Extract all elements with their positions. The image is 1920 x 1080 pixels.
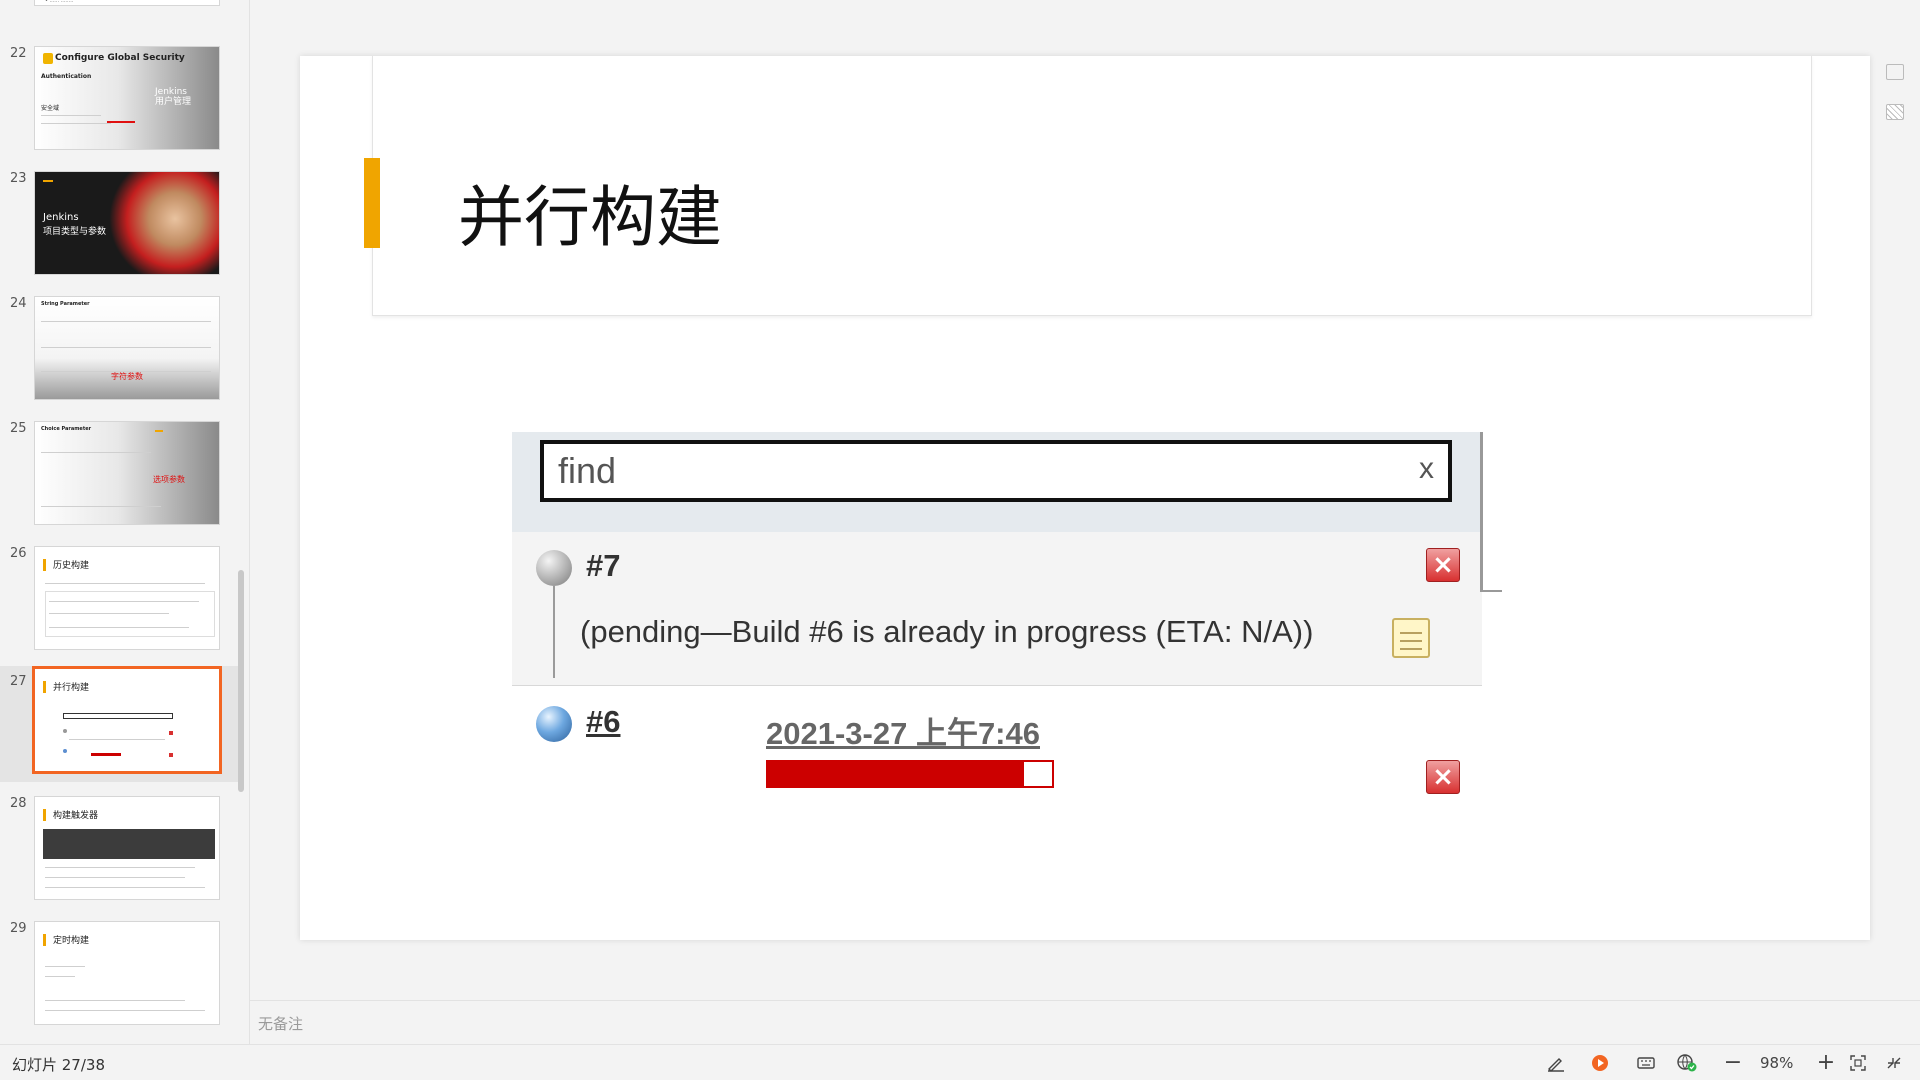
running-build-row: #6 2021-3-27 上午7:46 × — [512, 686, 1482, 816]
status-blue-ball-icon — [536, 706, 572, 742]
thumbnail-title: Choice Parameter — [41, 426, 92, 432]
build-progress-bar — [766, 760, 1054, 788]
notepad-icon[interactable] — [1392, 618, 1430, 658]
notes-pane[interactable]: 无备注 — [250, 1000, 1920, 1044]
clear-search-button[interactable]: x — [1419, 452, 1434, 486]
slide-thumbnail-26[interactable]: 26 历史构建 — [0, 544, 242, 668]
thumbnail-overlay: 选项参数 — [153, 475, 185, 484]
slide-thumbnail-28[interactable]: 28 构建触发器 — [0, 794, 242, 918]
pending-build-number: #7 — [586, 548, 621, 583]
slide-number: 26 — [10, 546, 27, 561]
slide-thumbnail-29[interactable]: 29 定时构建 — [0, 919, 242, 1043]
thumbnail-image: String Parameter 字符参数 — [34, 296, 220, 400]
slide-thumbnail-25[interactable]: 25 Choice Parameter 选项参数 — [0, 419, 242, 543]
thumbnail-image: Choice Parameter 选项参数 — [34, 421, 220, 525]
slide-thumbnail-22[interactable]: 22 Configure Global Security Authenticat… — [0, 44, 242, 168]
slide-number: 25 — [10, 421, 27, 436]
thumbnail-image: 定时构建 — [34, 921, 220, 1025]
thumbnail-subtitle: 项目类型与参数 — [43, 227, 107, 237]
cancel-build-button[interactable]: × — [1426, 548, 1460, 582]
thumbnail-title: Configure Global Security — [55, 53, 185, 63]
play-icon[interactable] — [1590, 1053, 1610, 1073]
thumbnail-title: Jenkins — [43, 212, 79, 223]
slide-thumbnail-pane[interactable]: • ...... ........ • ...... ........ 22 C… — [0, 0, 250, 1044]
pending-build-text: (pending—Build #6 is already in progress… — [580, 614, 1314, 649]
thumbnail-image: • ...... ........ • ...... ........ — [34, 0, 220, 6]
status-bar: 幻灯片 27/38 − 98% + — [0, 1044, 1920, 1080]
thumbnail-overlay: Jenkins 用户管理 — [155, 87, 192, 107]
build-search-input[interactable] — [558, 450, 1378, 492]
lock-icon — [43, 53, 53, 64]
thumbnail-title: 并行构建 — [53, 683, 90, 693]
thumbnail-heading: Authentication — [41, 73, 92, 80]
keyboard-icon[interactable] — [1636, 1053, 1656, 1073]
jenkins-build-history-screenshot[interactable]: x #7 (pending—Build #6 is already in pro… — [512, 432, 1482, 816]
globe-check-icon[interactable] — [1676, 1053, 1697, 1073]
thumbnail-title: 历史构建 — [53, 561, 90, 571]
slide-counter: 幻灯片 27/38 — [12, 1056, 105, 1074]
slide-number: 24 — [10, 296, 27, 311]
arrow-icon — [107, 121, 135, 123]
pen-icon[interactable] — [1546, 1053, 1566, 1073]
thumbnail-scrollbar[interactable] — [238, 570, 244, 792]
title-accent-bar — [364, 158, 380, 248]
thumbnail-overlay: 字符参数 — [111, 372, 143, 381]
build-search-box: x — [540, 440, 1452, 502]
cropped-sidebar-fragment — [1480, 432, 1502, 592]
zoom-in-button[interactable]: + — [1816, 1052, 1836, 1074]
zoom-out-button[interactable]: − — [1723, 1052, 1743, 1074]
thumbnail-title: 定时构建 — [53, 936, 90, 946]
slide-number: 29 — [10, 921, 27, 936]
hatch-icon[interactable] — [1886, 104, 1904, 120]
running-build-link[interactable]: #6 — [586, 704, 620, 740]
build-date-link[interactable]: 2021-3-27 上午7:46 — [766, 708, 1040, 753]
notes-placeholder[interactable]: 无备注 — [258, 1013, 303, 1034]
slide-canvas[interactable]: 并行构建 x #7 (pending—Build #6 is already i… — [300, 56, 1870, 940]
thumbnail-text: • ...... ........ — [45, 0, 74, 4]
slide-number: 22 — [10, 46, 27, 61]
slide-thumbnail-21[interactable]: • ...... ........ • ...... ........ — [0, 0, 242, 24]
collapse-icon[interactable] — [1884, 1053, 1904, 1073]
thumbnail-image: 历史构建 — [34, 546, 220, 650]
thumbnail-title: String Parameter — [41, 301, 90, 307]
slide-thumbnail-27[interactable]: 27 并行构建 — [0, 666, 242, 782]
thumbnail-image: 并行构建 — [32, 666, 222, 774]
fit-screen-icon[interactable] — [1848, 1053, 1868, 1073]
slide-number: 23 — [10, 171, 27, 186]
slide-title[interactable]: 并行构建 — [458, 164, 722, 260]
cancel-build-button[interactable]: × — [1426, 760, 1460, 794]
thumbnail-image: 构建触发器 — [34, 796, 220, 900]
jenkins-mascot-icon — [109, 172, 219, 274]
build-progress-fill — [768, 762, 1024, 786]
zoom-level[interactable]: 98% — [1760, 1054, 1793, 1072]
slide-thumbnail-23[interactable]: 23 Jenkins 项目类型与参数 — [0, 169, 242, 293]
thumbnail-title: 构建触发器 — [53, 811, 99, 821]
slide-number: 28 — [10, 796, 27, 811]
thumbnail-image: Jenkins 项目类型与参数 — [34, 171, 220, 275]
thumbnail-subheading: 安全域 — [41, 105, 60, 112]
timeline-line — [553, 586, 555, 678]
pending-build-row: #7 (pending—Build #6 is already in progr… — [512, 532, 1482, 686]
layout-icon[interactable] — [1886, 64, 1904, 80]
slide-thumbnail-24[interactable]: 24 String Parameter 字符参数 — [0, 294, 242, 418]
thumbnail-image: Configure Global Security Authentication… — [34, 46, 220, 150]
slide-number: 27 — [10, 674, 27, 689]
build-search-area: x — [512, 432, 1482, 532]
status-gray-ball-icon — [536, 550, 572, 586]
